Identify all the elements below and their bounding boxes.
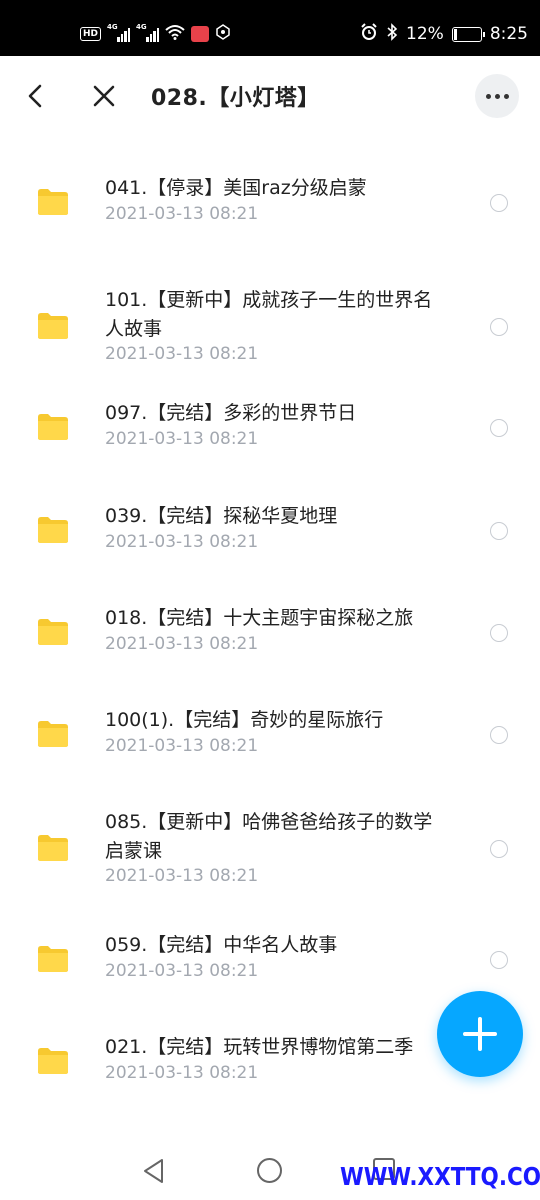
file-row[interactable]: 041.【停录】美国raz分级启蒙 2021-03-13 08:21 (0, 166, 540, 234)
status-left: HD 4G 4G (80, 22, 231, 46)
select-checkbox[interactable] (490, 522, 508, 540)
battery-icon (451, 26, 485, 42)
folder-icon (36, 720, 69, 748)
folder-icon (36, 188, 69, 216)
signal-label: 4G (107, 23, 118, 31)
file-name: 021.【完结】玩转世界博物馆第二季 (105, 1036, 414, 1058)
more-dot (503, 93, 509, 99)
hd-icon: HD (80, 27, 102, 41)
file-name: 018.【完结】十大主题宇宙探秘之旅 (105, 607, 414, 629)
folder-icon (36, 312, 69, 340)
back-button[interactable] (18, 78, 54, 114)
close-button[interactable] (86, 78, 122, 114)
file-date: 2021-03-13 08:21 (105, 736, 259, 756)
file-name: 039.【完结】探秘华夏地理 (105, 505, 338, 527)
more-horizontal-icon (485, 93, 491, 99)
file-date: 2021-03-13 08:21 (105, 866, 259, 886)
status-bar: HD 4G 4G 12% 8:25 (0, 0, 540, 56)
select-checkbox[interactable] (490, 419, 508, 437)
more-button[interactable] (475, 74, 519, 118)
folder-icon (36, 834, 69, 862)
app-notification-icon (191, 26, 210, 42)
file-name: 097.【完结】多彩的世界节日 (105, 402, 357, 424)
plus-icon (463, 1017, 497, 1051)
header: 028.【小灯塔】 (0, 56, 540, 136)
folder-icon (36, 1047, 69, 1075)
status-right: 12% 8:25 (360, 22, 528, 46)
page-title: 028.【小灯塔】 (151, 86, 320, 111)
file-row[interactable]: 101.【更新中】成就孩子一生的世界名人故事 2021-03-13 08:21 (0, 278, 540, 374)
file-date: 2021-03-13 08:21 (105, 532, 259, 552)
file-row[interactable]: 097.【完结】多彩的世界节日 2021-03-13 08:21 (0, 391, 540, 459)
select-checkbox[interactable] (490, 318, 508, 336)
folder-icon (36, 413, 69, 441)
folder-icon (36, 945, 69, 973)
nav-home-icon[interactable] (257, 1158, 282, 1183)
wifi-icon (165, 24, 185, 44)
nav-back-icon[interactable] (142, 1158, 166, 1184)
chevron-left-icon (28, 84, 42, 108)
select-checkbox[interactable] (490, 624, 508, 642)
file-name: 059.【完结】中华名人故事 (105, 934, 338, 956)
file-row[interactable]: 039.【完结】探秘华夏地理 2021-03-13 08:21 (0, 494, 540, 562)
battery-percent: 12% (406, 24, 444, 44)
file-date: 2021-03-13 08:21 (105, 204, 259, 224)
add-button[interactable] (437, 991, 523, 1077)
file-date: 2021-03-13 08:21 (105, 1063, 259, 1083)
file-date: 2021-03-13 08:21 (105, 429, 259, 449)
signal-icon: 4G (107, 23, 131, 42)
file-date: 2021-03-13 08:21 (105, 634, 259, 654)
file-date: 2021-03-13 08:21 (105, 344, 259, 364)
folder-icon (36, 618, 69, 646)
select-checkbox[interactable] (490, 726, 508, 744)
select-checkbox[interactable] (490, 194, 508, 212)
file-row[interactable]: 100(1).【完结】奇妙的星际旅行 2021-03-13 08:21 (0, 698, 540, 766)
alarm-icon (360, 22, 378, 46)
select-checkbox[interactable] (490, 840, 508, 858)
file-name: 041.【停录】美国raz分级启蒙 (105, 177, 367, 199)
location-icon (215, 24, 231, 44)
file-row[interactable]: 059.【完结】中华名人故事 2021-03-13 08:21 (0, 923, 540, 991)
file-row[interactable]: 018.【完结】十大主题宇宙探秘之旅 2021-03-13 08:21 (0, 596, 540, 664)
more-dot (494, 93, 500, 99)
close-icon (93, 85, 115, 107)
file-row[interactable]: 085.【更新中】哈佛爸爸给孩子的数学启蒙课 2021-03-13 08:21 (0, 800, 540, 896)
signal-label: 4G (136, 23, 147, 31)
file-name: 100(1).【完结】奇妙的星际旅行 (105, 709, 384, 731)
battery-fill (453, 28, 457, 40)
file-name: 085.【更新中】哈佛爸爸给孩子的数学启蒙课 (105, 811, 433, 862)
folder-icon (36, 516, 69, 544)
bluetooth-icon (386, 22, 398, 46)
signal-icon: 4G (136, 23, 160, 42)
select-checkbox[interactable] (490, 951, 508, 969)
file-name: 101.【更新中】成就孩子一生的世界名人故事 (105, 289, 433, 340)
watermark: WWW.XXTTQ.COM (340, 1162, 540, 1191)
file-date: 2021-03-13 08:21 (105, 961, 259, 981)
clock: 8:25 (489, 24, 528, 44)
